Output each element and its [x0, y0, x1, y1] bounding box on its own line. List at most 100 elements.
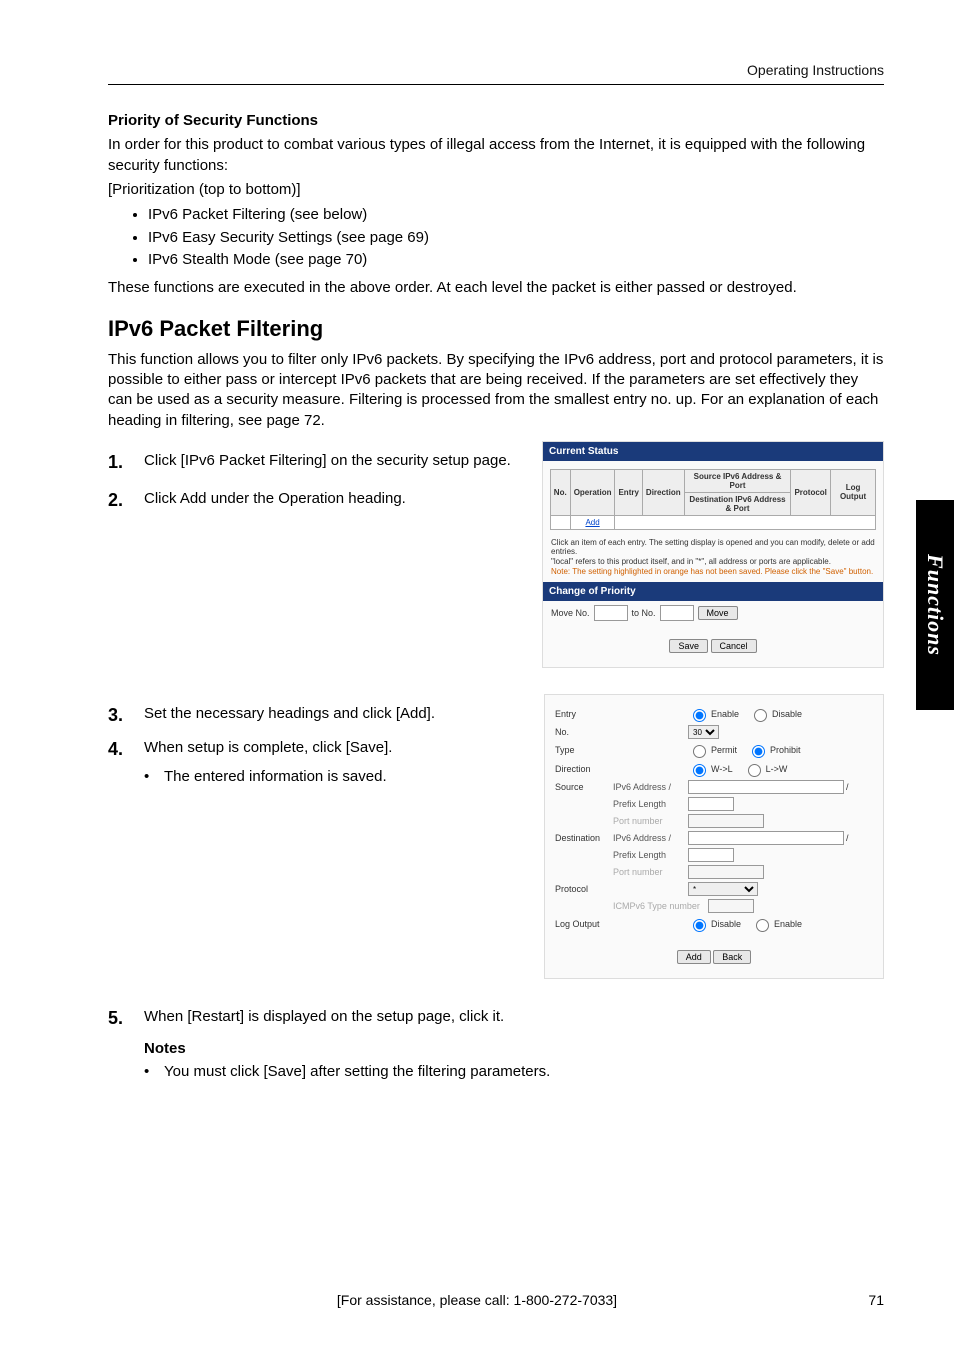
- step2-num: 2.: [108, 489, 144, 511]
- step4-text: When setup is complete, click [Save].: [144, 738, 530, 758]
- sec2-intro: This function allows you to filter only …: [108, 350, 884, 431]
- move-to-input[interactable]: [660, 605, 694, 621]
- th-no: No.: [550, 469, 570, 515]
- th-dst: Destination IPv6 Address & Port: [684, 492, 791, 515]
- dir-lw-radio[interactable]: [748, 764, 761, 777]
- type-permit-text: Permit: [711, 745, 737, 755]
- th-log: Log Output: [830, 469, 875, 515]
- dir-wl-radio[interactable]: [693, 764, 706, 777]
- side-tab-label: Functions: [922, 554, 948, 656]
- destination-label: Destination: [555, 833, 613, 843]
- sec1-p2: [Prioritization (top to bottom)]: [108, 180, 884, 200]
- to-no-label: to No.: [632, 608, 656, 618]
- type-label: Type: [555, 745, 613, 755]
- th-op: Operation: [570, 469, 615, 515]
- protocol-label: Protocol: [555, 884, 613, 894]
- step5-text: When [Restart] is displayed on the setup…: [144, 1007, 884, 1027]
- filter-table: No. Operation Entry Direction Source IPv…: [550, 469, 876, 530]
- sec1-p1: In order for this product to combat vari…: [108, 135, 884, 176]
- th-entry: Entry: [615, 469, 642, 515]
- move-from-input[interactable]: [594, 605, 628, 621]
- th-src: Source IPv6 Address & Port: [684, 469, 791, 492]
- dst-ipv6-label: IPv6 Address /: [613, 833, 688, 843]
- log-disable-radio[interactable]: [693, 919, 706, 932]
- entry-label: Entry: [555, 709, 613, 719]
- dir-wl-text: W->L: [711, 764, 733, 774]
- sec1-b2: IPv6 Easy Security Settings (see page 69…: [148, 227, 884, 250]
- add-button[interactable]: Add: [677, 950, 711, 964]
- add-link[interactable]: Add: [570, 515, 615, 529]
- log-enable-text: Enable: [774, 919, 802, 929]
- panel1-note1: Click an item of each entry. The setting…: [551, 538, 875, 557]
- entry-disable-radio[interactable]: [754, 709, 767, 722]
- log-disable-text: Disable: [711, 919, 741, 929]
- panel1-note2: "local" refers to this product itself, a…: [551, 557, 831, 566]
- move-button[interactable]: Move: [698, 606, 738, 620]
- dst-prefix-input[interactable]: [688, 848, 734, 862]
- page-number: 71: [868, 1292, 884, 1308]
- sec2-title: IPv6 Packet Filtering: [108, 316, 884, 342]
- panel-entry-form: Entry Enable Disable No. 30 Type Permit …: [544, 694, 884, 979]
- panel1-header: Current Status: [543, 442, 883, 461]
- cancel-button[interactable]: Cancel: [711, 639, 757, 653]
- log-label: Log Output: [555, 919, 613, 929]
- protocol-select[interactable]: *: [688, 882, 758, 896]
- step3-num: 3.: [108, 704, 144, 726]
- th-proto: Protocol: [791, 469, 830, 515]
- dst-ipv6-input[interactable]: [688, 831, 844, 845]
- header-rule: [108, 84, 884, 85]
- dst-prefix-label: Prefix Length: [613, 850, 688, 860]
- direction-label: Direction: [555, 764, 613, 774]
- step5-num: 5.: [108, 1007, 144, 1029]
- src-ipv6-input[interactable]: [688, 780, 844, 794]
- notes-heading: Notes: [144, 1039, 884, 1059]
- entry-disable-text: Disable: [772, 709, 802, 719]
- dst-port-input: [688, 865, 764, 879]
- panel1-header2: Change of Priority: [543, 582, 883, 601]
- sec1-b1: IPv6 Packet Filtering (see below): [148, 204, 884, 227]
- src-prefix-label: Prefix Length: [613, 799, 688, 809]
- panel-current-status: Current Status No. Operation Entry Direc…: [542, 441, 884, 668]
- dst-slash: /: [844, 833, 849, 843]
- back-button[interactable]: Back: [713, 950, 751, 964]
- step4-bullet: •: [144, 768, 164, 785]
- sec1-b3: IPv6 Stealth Mode (see page 70): [148, 249, 884, 272]
- step4-num: 4.: [108, 738, 144, 760]
- entry-enable-text: Enable: [711, 709, 739, 719]
- notes-bullet: •: [144, 1063, 164, 1080]
- step4-sub: The entered information is saved.: [164, 768, 387, 785]
- th-dir: Direction: [642, 469, 684, 515]
- header-right: Operating Instructions: [108, 62, 884, 78]
- notes-item0: You must click [Save] after setting the …: [164, 1063, 550, 1080]
- sec1-p3: These functions are executed in the abov…: [108, 278, 884, 298]
- src-prefix-input[interactable]: [688, 797, 734, 811]
- no-select[interactable]: 30: [688, 725, 719, 739]
- src-port-label: Port number: [613, 816, 688, 826]
- src-slash: /: [844, 782, 849, 792]
- dir-lw-text: L->W: [766, 764, 788, 774]
- source-label: Source: [555, 782, 613, 792]
- step1-num: 1.: [108, 451, 144, 473]
- src-ipv6-label: IPv6 Address /: [613, 782, 688, 792]
- move-no-label: Move No.: [551, 608, 590, 618]
- sec1-title: Priority of Security Functions: [108, 111, 884, 131]
- entry-enable-radio[interactable]: [693, 709, 706, 722]
- panel1-note3: Note: The setting highlighted in orange …: [551, 567, 873, 576]
- save-button[interactable]: Save: [669, 639, 708, 653]
- type-permit-radio[interactable]: [693, 745, 706, 758]
- side-tab: Functions: [916, 500, 954, 710]
- no-label: No.: [555, 727, 613, 737]
- sec1-bullets: IPv6 Packet Filtering (see below) IPv6 E…: [148, 204, 884, 272]
- log-enable-radio[interactable]: [756, 919, 769, 932]
- type-prohibit-text: Prohibit: [770, 745, 801, 755]
- icmp-label: ICMPv6 Type number: [613, 901, 708, 911]
- step1-text: Click [IPv6 Packet Filtering] on the sec…: [144, 451, 528, 471]
- type-prohibit-radio[interactable]: [752, 745, 765, 758]
- dst-port-label: Port number: [613, 867, 688, 877]
- icmp-input: [708, 899, 754, 913]
- src-port-input: [688, 814, 764, 828]
- step2-text: Click Add under the Operation heading.: [144, 489, 528, 509]
- step3-text: Set the necessary headings and click [Ad…: [144, 704, 530, 724]
- panel1-notes: Click an item of each entry. The setting…: [543, 536, 883, 582]
- footer-center: [For assistance, please call: 1-800-272-…: [0, 1292, 954, 1308]
